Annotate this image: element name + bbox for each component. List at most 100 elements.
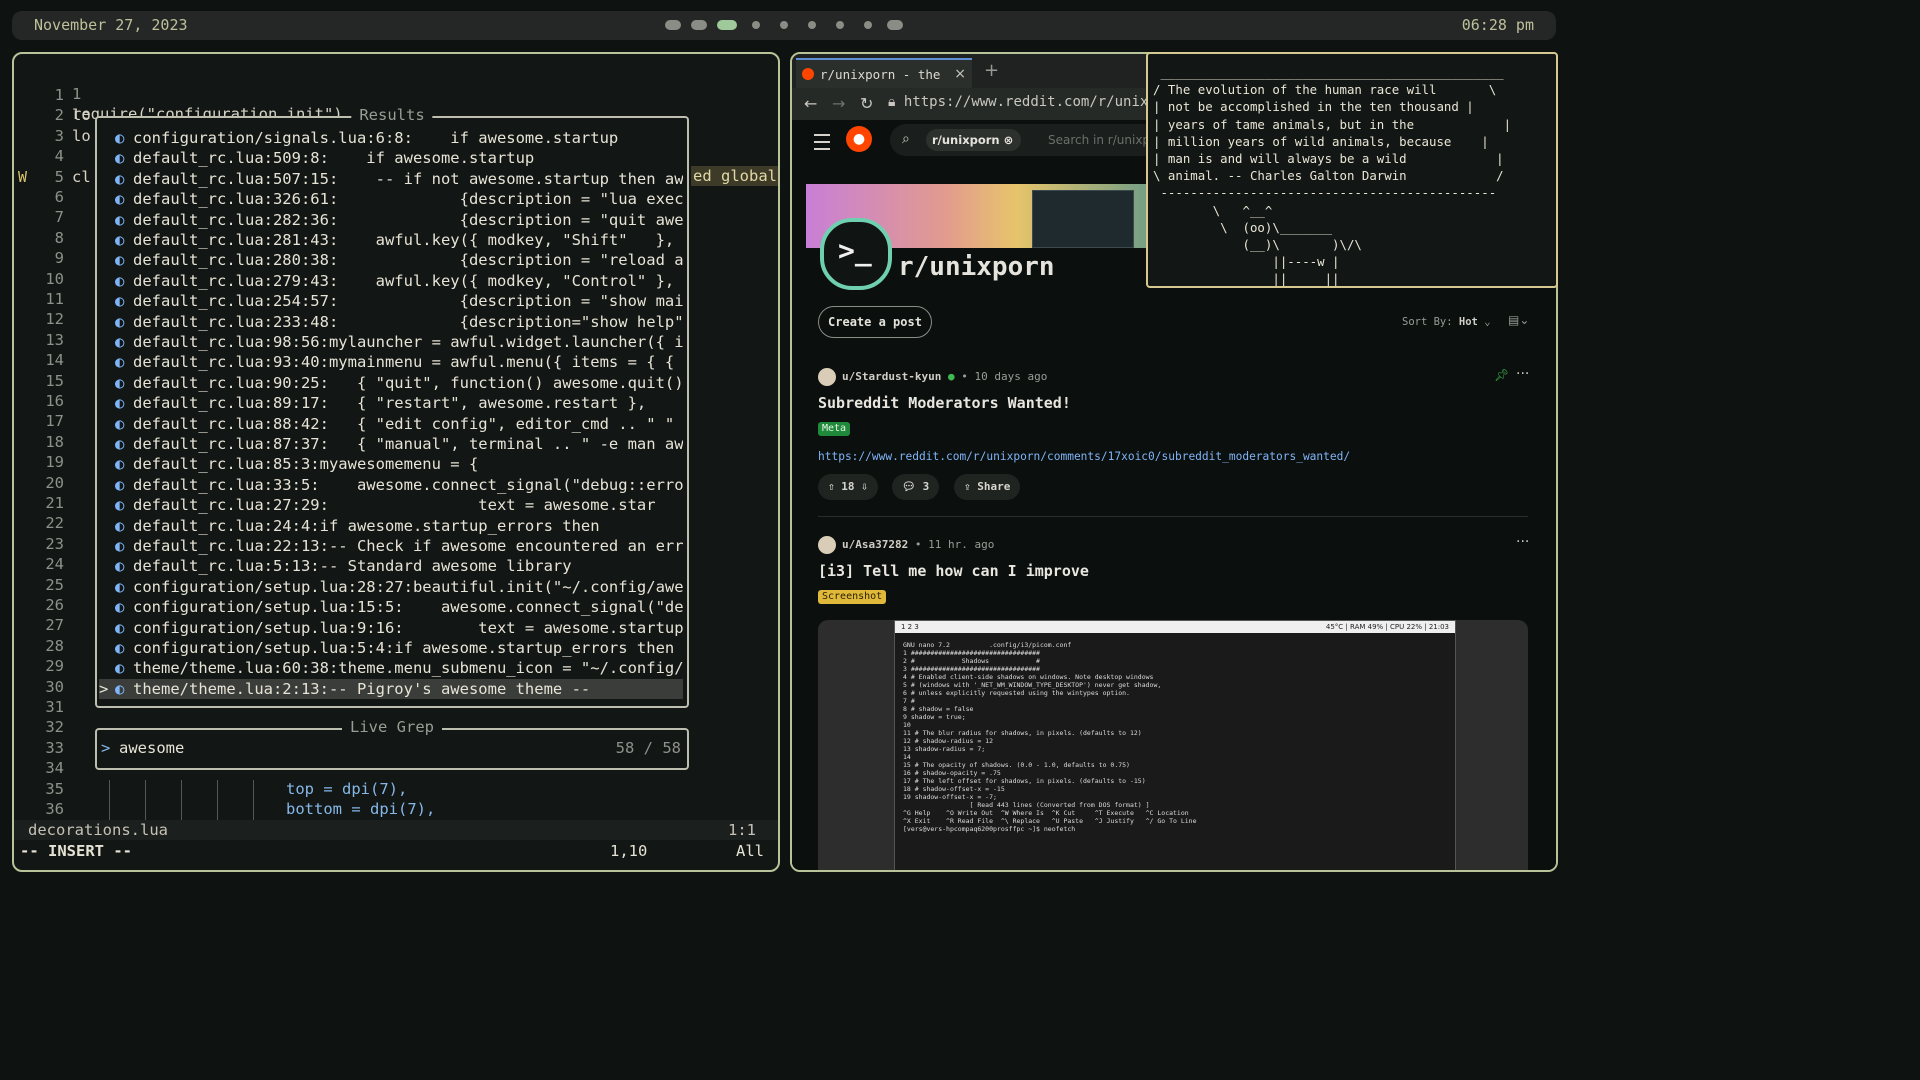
result-item[interactable]: ◐ default_rc.lua:279:43: awful.key({ modk… xyxy=(99,271,683,291)
lua-file-icon: ◐ xyxy=(115,618,125,637)
result-item[interactable]: ◐ default_rc.lua:98:56:mylauncher = awful… xyxy=(99,332,683,352)
post-age: • 11 hr. ago xyxy=(914,538,995,551)
sort-value: Hot xyxy=(1458,316,1478,328)
sort-label: Sort By: xyxy=(1402,316,1453,328)
line-number: 11 xyxy=(45,290,64,308)
comments-button[interactable]: 💬︎ 3 xyxy=(892,474,940,500)
indent-guide xyxy=(253,780,254,820)
workspace-item[interactable] xyxy=(691,20,707,30)
result-item[interactable]: ◐ default_rc.lua:88:42: { "edit config", … xyxy=(99,414,683,434)
result-item[interactable]: ◐ default_rc.lua:326:61: {description = "… xyxy=(99,189,683,209)
more-options-icon[interactable]: ··· xyxy=(1516,534,1529,550)
cursor-position: 1,10 xyxy=(610,842,648,860)
result-item[interactable]: ◐ default_rc.lua:27:29: text = awesome.st… xyxy=(99,495,683,515)
prompt-caret: > xyxy=(101,739,111,757)
line-number: 4 xyxy=(54,147,64,166)
post-age: • 10 days ago xyxy=(961,370,1048,383)
search-input[interactable]: awesome xyxy=(119,739,184,757)
editor-line: 1 require("configuration.init") xyxy=(14,64,343,123)
line-number: 29 xyxy=(45,657,64,676)
workspace-item[interactable] xyxy=(665,20,681,30)
reload-icon[interactable]: ↻ xyxy=(860,94,873,113)
result-item[interactable]: ◐ default_rc.lua:281:43: awful.key({ modk… xyxy=(99,230,683,250)
result-item[interactable]: ◐ configuration/setup.lua:28:27:beautiful… xyxy=(99,577,683,597)
browser-tab[interactable]: r/unixporn - the home × xyxy=(796,58,972,90)
forward-icon[interactable]: → xyxy=(832,94,845,113)
post-author[interactable]: u/Asa37282 xyxy=(842,538,908,551)
result-text: default_rc.lua:33:5: awesome.connect_sig… xyxy=(133,475,683,494)
avatar xyxy=(818,536,836,554)
workspace-item[interactable] xyxy=(864,21,872,29)
workspace-item[interactable] xyxy=(887,20,903,30)
result-item[interactable]: ◐ default_rc.lua:233:48: {description="sh… xyxy=(99,312,683,332)
lock-icon: 🔒︎ xyxy=(888,94,904,110)
result-item[interactable]: ◐ configuration/setup.lua:5:4:if awesome.… xyxy=(99,638,683,658)
telescope-prompt[interactable]: Live Grep > awesome 58 / 58 xyxy=(95,718,689,770)
post-flair[interactable]: Meta xyxy=(818,422,851,436)
warning-sign: W xyxy=(18,168,28,186)
result-item[interactable]: ◐ default_rc.lua:93:40:mymainmenu = awful… xyxy=(99,352,683,372)
result-item[interactable]: ◐ default_rc.lua:24:4:if awesome.startup_… xyxy=(99,516,683,536)
result-item[interactable]: ◐ default_rc.lua:509:8: if awesome.startu… xyxy=(99,148,683,168)
result-item[interactable]: ◐ default_rc.lua:87:37: { "manual", termi… xyxy=(99,434,683,454)
search-chip[interactable]: r/unixporn ⊗ xyxy=(926,129,1022,151)
close-icon[interactable]: ⊗ xyxy=(1004,133,1014,147)
post-author[interactable]: u/Stardust-kyun xyxy=(842,370,941,383)
result-item[interactable]: ◐ default_rc.lua:89:17: { "restart", awes… xyxy=(99,393,683,413)
workspace-item[interactable] xyxy=(836,21,844,29)
line-text: cl xyxy=(72,167,91,186)
line-text: lo xyxy=(72,106,91,125)
workspace-active[interactable] xyxy=(717,20,737,30)
lua-file-icon: ◐ xyxy=(115,455,125,474)
more-options-icon[interactable]: ··· xyxy=(1516,366,1529,382)
back-icon[interactable]: ← xyxy=(804,94,817,113)
result-item[interactable]: ◐ configuration/signals.lua:6:8: if aweso… xyxy=(99,128,683,148)
lua-file-icon: ◐ xyxy=(115,231,125,249)
post-title[interactable]: [i3] Tell me how can I improve xyxy=(818,562,1089,580)
result-item[interactable]: ◐ default_rc.lua:22:13:-- Check if awesom… xyxy=(99,536,683,556)
line-number: 25 xyxy=(45,575,64,594)
lua-file-icon: ◐ xyxy=(115,271,125,290)
post-link[interactable]: https://www.reddit.com/r/unixporn/commen… xyxy=(818,450,1350,463)
create-post-button[interactable]: Create a post xyxy=(818,306,932,338)
workspace-item[interactable] xyxy=(808,21,816,29)
sort-dropdown[interactable]: Sort By: Hot ⌄ xyxy=(1402,316,1491,328)
view-toggle-icon[interactable]: ▤⌄ xyxy=(1508,313,1529,327)
result-item[interactable]: ◐ default_rc.lua:85:3:myawesomemenu = { xyxy=(99,454,683,474)
new-tab-button[interactable]: + xyxy=(984,60,999,81)
menu-icon[interactable] xyxy=(814,134,830,150)
selection-caret: > xyxy=(99,679,109,698)
line-number: 10 xyxy=(45,269,64,288)
avatar xyxy=(818,368,836,386)
workspace-item[interactable] xyxy=(780,21,788,29)
post-flair[interactable]: Screenshot xyxy=(818,590,887,604)
line-number: 33 xyxy=(45,738,64,757)
share-button[interactable]: ⇪ Share xyxy=(954,474,1021,500)
search-bar[interactable]: ⌕ r/unixporn ⊗ Search in r/unixporn xyxy=(890,124,1170,156)
result-item[interactable]: ◐ configuration/setup.lua:15:5: awesome.c… xyxy=(99,597,683,617)
result-item[interactable]: ◐ default_rc.lua:90:25: { "quit", functio… xyxy=(99,373,683,393)
result-item[interactable]: ◐ configuration/setup.lua:9:16: text = aw… xyxy=(99,618,683,638)
scroll-position: All xyxy=(736,842,764,860)
result-text: default_rc.lua:326:61: {description = "l… xyxy=(133,190,683,209)
vote-control[interactable]: ⇧ 18 ⇩ xyxy=(818,474,878,500)
lua-file-icon: ◐ xyxy=(115,251,125,270)
cowsay-text: ________________________________________… xyxy=(1153,65,1512,287)
post-image[interactable]: 1 2 3 45°C | RAM 49% | CPU 22% | 21:03 G… xyxy=(818,620,1528,870)
telescope-results[interactable]: Results ◐ configuration/signals.lua:6:8: … xyxy=(95,106,689,708)
result-item[interactable]: ◐ default_rc.lua:280:38: {description = "… xyxy=(99,250,683,270)
result-item[interactable]: ◐ default_rc.lua:33:5: awesome.connect_si… xyxy=(99,475,683,495)
tab-close-button[interactable]: × xyxy=(954,66,966,82)
result-item[interactable]: ◐ default_rc.lua:5:13:-- Standard awesome… xyxy=(99,556,683,576)
result-item[interactable]: ◐ default_rc.lua:282:36: {description = "… xyxy=(99,210,683,230)
reddit-logo-icon[interactable]: ● xyxy=(846,126,872,152)
result-item[interactable]: ◐ default_rc.lua:507:15: -- if not awesom… xyxy=(99,169,683,189)
post-title[interactable]: Subreddit Moderators Wanted! xyxy=(818,394,1071,412)
neovim-window[interactable]: 1 require("configuration.init") 1 2 lo 3 lo 4… xyxy=(12,52,780,872)
livegrep-title: Live Grep xyxy=(342,718,442,736)
result-item-selected[interactable]: > ◐ theme/theme.lua:2:13:-- Pigroy's aweso… xyxy=(99,678,683,699)
workspace-item[interactable] xyxy=(752,21,760,29)
result-item[interactable]: ◐ theme/theme.lua:60:38:theme.menu_submen… xyxy=(99,658,683,678)
result-item[interactable]: ◐ default_rc.lua:254:57: {description = "… xyxy=(99,291,683,311)
result-text: configuration/signals.lua:6:8: if awesom… xyxy=(133,129,619,147)
